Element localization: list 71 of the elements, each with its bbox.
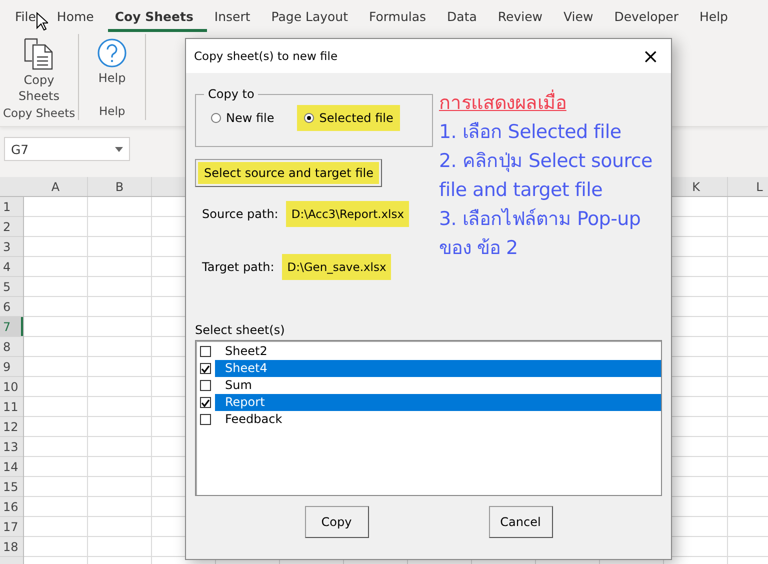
radio-label: New file bbox=[226, 111, 274, 125]
row-header[interactable]: 11 bbox=[0, 397, 23, 417]
target-path-value: D:\Gen_save.xlsx bbox=[282, 254, 392, 280]
radio-icon[interactable] bbox=[304, 113, 314, 123]
checkbox[interactable] bbox=[200, 346, 211, 357]
column-header[interactable]: L bbox=[728, 177, 768, 196]
sheet-list-item[interactable]: Sum bbox=[215, 377, 661, 394]
column-header[interactable]: B bbox=[88, 177, 152, 196]
ribbon-tab[interactable]: Data bbox=[440, 0, 491, 32]
help-icon bbox=[97, 38, 128, 68]
copy-pages-icon bbox=[24, 38, 54, 70]
ribbon-tab[interactable]: Coy Sheets bbox=[108, 0, 208, 32]
name-box[interactable]: G7 bbox=[4, 137, 130, 161]
caret-icon bbox=[115, 146, 123, 152]
ribbon-tab[interactable]: View bbox=[556, 0, 608, 32]
annotation-step: 3. เลือกไฟล์ตาม Pop-up ของ ข้อ 2 bbox=[439, 205, 662, 263]
checkbox[interactable] bbox=[200, 397, 211, 408]
dialog-title: Copy sheet(s) to new file bbox=[194, 49, 338, 63]
row-header[interactable]: 18 bbox=[0, 537, 23, 557]
annotation-step: 2. คลิกปุ่ม Select source file and target file bbox=[439, 147, 662, 205]
row-header[interactable]: 13 bbox=[0, 437, 23, 457]
sheet-list-item[interactable]: Feedback bbox=[215, 411, 661, 428]
ribbon-tab[interactable]: Formulas bbox=[362, 0, 440, 32]
ribbon-tab[interactable]: Page Layout bbox=[264, 0, 362, 32]
sheet-list-item[interactable]: Sheet2 bbox=[215, 343, 661, 360]
radio-option[interactable]: New file bbox=[204, 105, 282, 131]
close-button[interactable]: × bbox=[638, 46, 663, 66]
source-path-label: Source path: bbox=[202, 207, 278, 221]
row-header[interactable]: 4 bbox=[0, 257, 23, 277]
sheet-list-item[interactable]: Report bbox=[215, 394, 661, 411]
ribbon-button[interactable]: Copy Sheets bbox=[9, 36, 70, 106]
ribbon-tab[interactable]: Developer bbox=[607, 0, 692, 32]
target-path-label: Target path: bbox=[202, 260, 274, 274]
ribbon-tab[interactable]: Home bbox=[50, 0, 108, 32]
row-header[interactable]: 12 bbox=[0, 417, 23, 437]
checkbox[interactable] bbox=[200, 363, 211, 374]
row-header[interactable]: 7 bbox=[0, 317, 23, 337]
row-header[interactable]: 16 bbox=[0, 497, 23, 517]
ribbon-tab[interactable]: File bbox=[8, 0, 50, 32]
row-header[interactable]: 17 bbox=[0, 517, 23, 537]
group-label: Help bbox=[98, 104, 126, 118]
row-header[interactable]: 14 bbox=[0, 457, 23, 477]
radio-label: Selected file bbox=[319, 111, 394, 125]
ribbon-tab[interactable]: Help bbox=[692, 0, 742, 32]
row-header[interactable]: 15 bbox=[0, 477, 23, 497]
dialog-button[interactable]: Cancel bbox=[488, 506, 552, 538]
column-header[interactable]: A bbox=[24, 177, 88, 196]
radio-option[interactable]: Selected file bbox=[297, 105, 400, 131]
group-label: Copy Sheets bbox=[3, 106, 76, 120]
source-path-value: D:\Acc3\Report.xlsx bbox=[286, 201, 410, 227]
checkbox[interactable] bbox=[200, 414, 211, 425]
sheet-list-item[interactable]: Sheet4 bbox=[215, 360, 661, 377]
group-legend: Copy to bbox=[204, 87, 258, 101]
ribbon-button[interactable]: Help bbox=[82, 36, 142, 88]
dialog-button[interactable]: Copy bbox=[304, 506, 368, 538]
ribbon-tab[interactable]: Review bbox=[490, 0, 557, 32]
list-label: Select sheet(s) bbox=[195, 323, 286, 337]
checkbox[interactable] bbox=[200, 380, 211, 391]
row-header[interactable]: 10 bbox=[0, 377, 23, 397]
mouse-cursor-icon bbox=[36, 12, 48, 31]
annotation-heading: การแสดงผลเมื่อ bbox=[439, 89, 662, 118]
row-header[interactable]: 3 bbox=[0, 237, 23, 257]
select-files-button[interactable]: Select source and target file bbox=[195, 159, 382, 187]
row-header[interactable]: 8 bbox=[0, 337, 23, 357]
annotation-step: 1. เลือก Selected file bbox=[439, 118, 662, 147]
row-header[interactable]: 9 bbox=[0, 357, 23, 377]
row-header[interactable]: 2 bbox=[0, 217, 23, 237]
ribbon-tab[interactable]: Insert bbox=[207, 0, 264, 32]
row-header[interactable]: 5 bbox=[0, 277, 23, 297]
row-header[interactable]: 1 bbox=[0, 197, 23, 217]
radio-icon[interactable] bbox=[211, 113, 221, 123]
